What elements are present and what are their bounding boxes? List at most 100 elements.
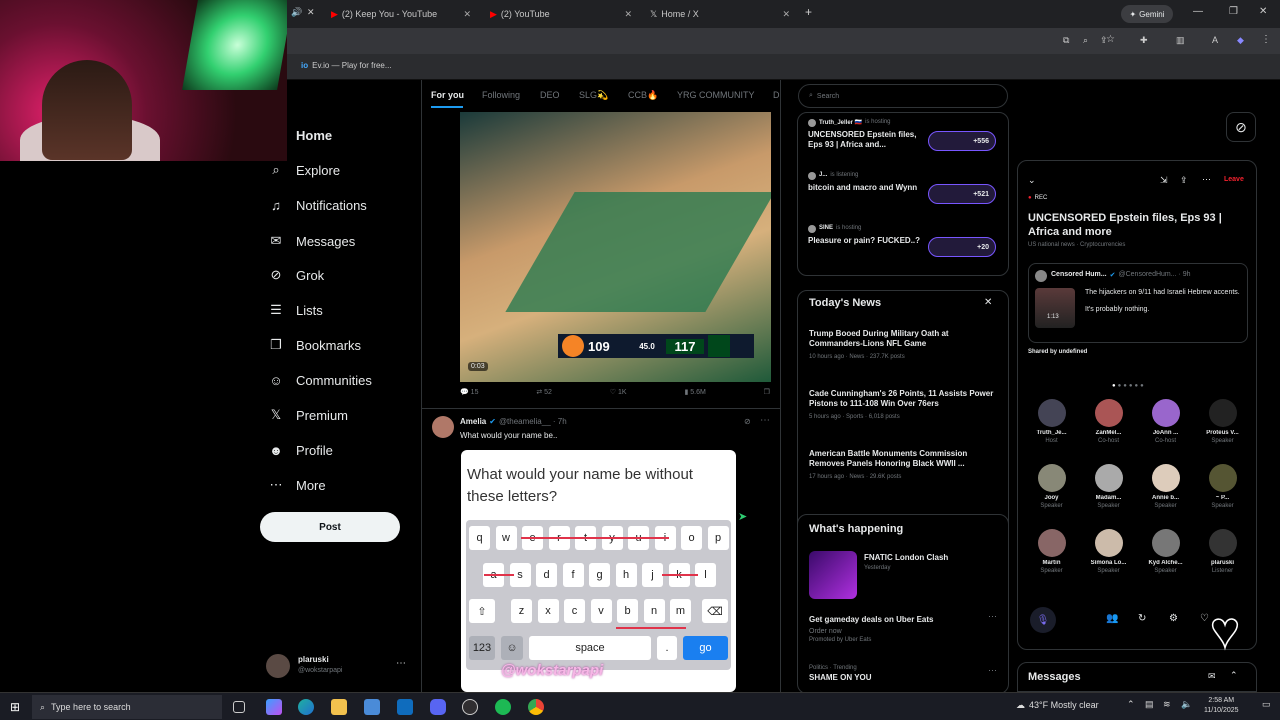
more-icon[interactable]: ⋯ [988, 665, 997, 676]
listener-pill[interactable]: +521 [928, 184, 996, 204]
reply-button[interactable]: 💬 15 [460, 388, 478, 396]
speaker[interactable]: Madam... Speaker [1081, 464, 1136, 509]
taskview-icon[interactable] [233, 701, 245, 713]
tray-chevron-icon[interactable]: ⌃ [1127, 699, 1135, 710]
speaker[interactable]: Martin Speaker [1024, 529, 1079, 574]
gemini-button[interactable]: ✦ Gemini [1121, 5, 1173, 23]
notifications-icon[interactable]: ▭ [1262, 699, 1271, 710]
mic-button[interactable]: 🎙 [1030, 607, 1056, 633]
more-icon[interactable]: ⋯ [1202, 174, 1211, 185]
tab-close-icon[interactable]: ✕ [782, 9, 790, 20]
nav-item-home[interactable]: Home [268, 122, 332, 148]
feed-tab[interactable]: YRG COMMUNITY [677, 90, 755, 100]
feed-tab[interactable]: CCB🔥 [628, 90, 658, 101]
edge-icon[interactable] [298, 699, 314, 715]
minimize-icon[interactable]: ⇲ [1160, 175, 1168, 186]
feed-tab[interactable]: For you [431, 90, 464, 100]
nav-item-messages[interactable]: ✉ Messages [268, 228, 356, 254]
chevron-down-icon[interactable]: ⌄ [1028, 175, 1036, 186]
speaker[interactable]: JoAnn ... Co-host [1138, 399, 1193, 444]
space-item[interactable]: SINE is hosting Pleasure or pain? FUCKED..… [808, 225, 1003, 273]
translate-icon[interactable]: A [1212, 35, 1218, 45]
rotate-icon[interactable]: ↻ [1138, 613, 1146, 624]
nav-item-explore[interactable]: ⌕ Explore [268, 157, 340, 183]
search-input[interactable]: ⌕ Search [798, 84, 1008, 108]
account-switcher[interactable]: plaruski @wokstarpapi ⋯ [266, 654, 411, 680]
nav-item-grok[interactable]: ⊘ Grok [268, 262, 325, 288]
speaker[interactable]: Jooy Speaker [1024, 464, 1079, 509]
nav-item-profile[interactable]: ☻ Profile [268, 437, 333, 463]
minimize-icon[interactable]: — [1193, 6, 1203, 17]
menu-icon[interactable]: ⋮ [1261, 34, 1271, 45]
new-tab-icon[interactable]: + [805, 5, 812, 19]
listener-pill[interactable]: +20 [928, 237, 996, 257]
feed-tab[interactable]: DEO [540, 90, 560, 100]
trend-item[interactable]: Politics · Trending SHAME ON YOU [809, 665, 872, 682]
more-icon[interactable]: ⋯ [396, 658, 406, 669]
tab-close-icon[interactable]: ✕ [463, 9, 471, 20]
news-item[interactable]: American Battle Monuments Commission Rem… [809, 449, 999, 482]
nav-item-bookmarks[interactable]: ❐ Bookmarks [268, 332, 361, 358]
speaker[interactable]: Simona Lo... Speaker [1081, 529, 1136, 574]
feed-tab[interactable]: D [773, 90, 780, 100]
close-icon[interactable]: ✕ [984, 297, 992, 308]
outlook-icon[interactable] [397, 699, 413, 715]
post-button[interactable]: Post [260, 512, 400, 542]
window-close-icon[interactable]: ✕ [1259, 6, 1267, 17]
bookmark-evio[interactable]: io Ev.io — Play for free... [301, 61, 392, 70]
nav-item-lists[interactable]: ☰ Lists [268, 297, 323, 323]
post-author[interactable]: Amelia ✔ @theamelia__ · 7h [460, 417, 567, 426]
speaker[interactable]: Proteus V... Speaker [1195, 399, 1250, 444]
repost-button[interactable]: ⇄ 52 [536, 388, 552, 396]
speaker[interactable]: Annie b... Speaker [1138, 464, 1193, 509]
tab-close-icon[interactable]: ✕ [624, 9, 632, 20]
speaker[interactable]: ZanMel... Co-host [1081, 399, 1136, 444]
obs-icon[interactable] [462, 699, 478, 715]
nav-item-premium[interactable]: 𝕏 Premium [268, 402, 348, 428]
feed-tab[interactable]: SLG💫 [579, 90, 608, 101]
maximize-icon[interactable]: ❐ [1229, 6, 1238, 17]
news-item[interactable]: Cade Cunningham's 26 Points, 11 Assists … [809, 389, 999, 422]
nav-item-communities[interactable]: ☺ Communities [268, 367, 372, 393]
grok-button[interactable]: ⊘ [1226, 112, 1256, 142]
post-image[interactable]: What would your name be without these le… [461, 450, 736, 692]
cast-icon[interactable]: ⧉ [1063, 35, 1069, 46]
spotify-icon[interactable] [495, 699, 511, 715]
people-icon[interactable]: 👥 [1106, 613, 1118, 624]
discord-icon[interactable] [430, 699, 446, 715]
sidepanel-icon[interactable]: ▥ [1176, 35, 1185, 46]
windows-start-icon[interactable]: ⊞ [10, 700, 20, 714]
chevron-up-icon[interactable]: ⌃ [1230, 670, 1238, 681]
chrome-icon[interactable] [528, 699, 544, 715]
news-item[interactable]: Trump Booed During Military Oath at Comm… [809, 329, 999, 362]
listener-pill[interactable]: +556 [928, 131, 996, 151]
pinned-tweet[interactable]: Censored Hum... ✔ @CensoredHum... · 9h 1… [1028, 263, 1248, 343]
copilot-icon[interactable] [266, 699, 282, 715]
leave-button[interactable]: Leave [1224, 176, 1244, 183]
close-icon[interactable]: ✕ [307, 7, 315, 18]
store-icon[interactable] [364, 699, 380, 715]
share-icon[interactable]: ⇪ [1180, 175, 1188, 186]
trend-item[interactable]: FNATIC London Clash Yesterday [864, 553, 948, 571]
more-icon[interactable]: ⋯ [760, 415, 770, 426]
zoom-icon[interactable]: ⌕ [1083, 35, 1088, 46]
space-item[interactable]: Truth_Jeller 🇷🇺 is hosting UNCENSORED Epst… [808, 119, 1003, 167]
bookmark-icon[interactable]: ❐ [764, 388, 770, 396]
compose-icon[interactable]: ✉ [1208, 671, 1216, 682]
video-player[interactable]: 109 45.0 117 0:03 [460, 112, 771, 382]
weather-widget[interactable]: ☁ 43°F Mostly clear [1016, 700, 1099, 711]
messages-drawer[interactable]: Messages ✉ ⌃ [1017, 662, 1257, 692]
clock[interactable]: 2:58 AM 11/10/2025 [1204, 696, 1239, 716]
grok-icon[interactable]: ⊘ [744, 417, 751, 426]
settings-icon[interactable]: ⚙ [1169, 613, 1178, 624]
wifi-icon[interactable]: ≋ [1163, 699, 1171, 710]
like-button[interactable]: ♡ 1K [610, 388, 627, 396]
promoted-item[interactable]: Get gameday deals on Uber Eats Order now… [809, 615, 989, 643]
space-item[interactable]: J... is listening bitcoin and macro and Wy… [808, 172, 1003, 220]
file-explorer-icon[interactable] [331, 699, 347, 715]
speaker[interactable]: Truth_Je... Host [1024, 399, 1079, 444]
browser-tab-youtube-1[interactable]: ▶ (2) Keep You - YouTube ✕ [331, 4, 471, 24]
taskbar-search[interactable]: ⌕ Type here to search [32, 695, 222, 719]
volume-icon[interactable]: 🔈 [1181, 699, 1192, 710]
more-icon[interactable]: ⋯ [988, 611, 997, 622]
